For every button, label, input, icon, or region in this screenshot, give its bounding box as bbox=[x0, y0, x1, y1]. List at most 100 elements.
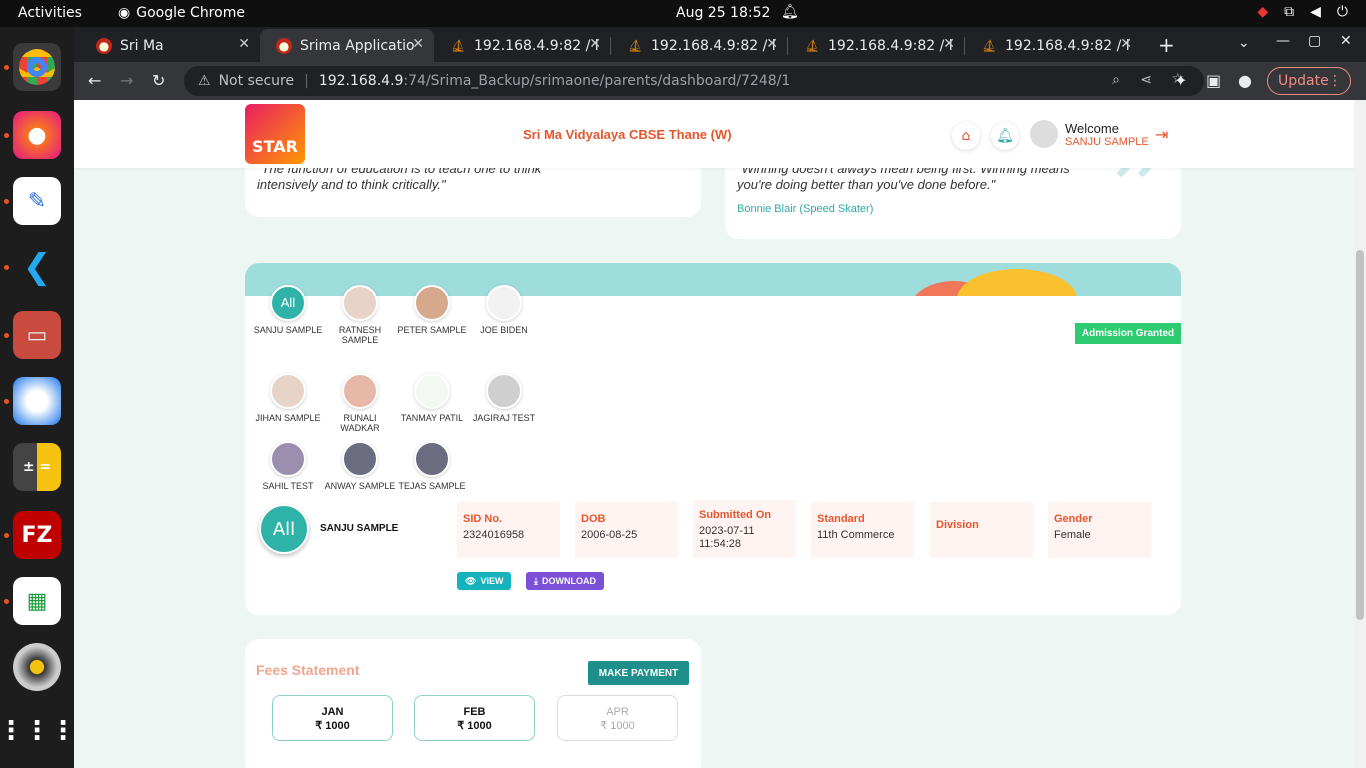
maximize-icon[interactable]: ▢ bbox=[1308, 33, 1321, 49]
view-button[interactable]: 👁︎ VIEW bbox=[457, 572, 512, 590]
info-label: Standard bbox=[817, 513, 865, 525]
thunderbird-dock-icon[interactable]: ✉ bbox=[13, 377, 61, 425]
firefox-dock-icon[interactable]: ● bbox=[13, 111, 61, 159]
tab-phpmyadmin-1[interactable]: ⛵︎ 192.168.4.9:82 / l ✕ bbox=[434, 29, 611, 62]
fee-month-apr[interactable]: APR ₹ 1000 bbox=[557, 695, 678, 741]
close-tab-icon[interactable]: ✕ bbox=[412, 36, 424, 52]
show-apps-icon[interactable]: ⋮⋮⋮ bbox=[0, 707, 76, 755]
filezilla-dock-icon[interactable]: FZ bbox=[13, 511, 61, 559]
network-icon: ⧉ bbox=[1284, 4, 1295, 20]
close-tab-icon[interactable]: ✕ bbox=[943, 36, 955, 52]
student-name: RATNESH SAMPLE bbox=[338, 325, 382, 345]
spreadsheet-dock-icon[interactable]: ▦ bbox=[13, 577, 61, 625]
site-header: STAR Sri Ma Vidyalaya CBSE Thane (W) ⌂ 🔔… bbox=[74, 100, 1354, 168]
address-bar[interactable]: ⚠ Not secure | 192.168.4.9:74/Srima_Back… bbox=[184, 66, 1204, 96]
anydesk-icon: ◆ bbox=[1257, 4, 1269, 20]
update-label: Update bbox=[1278, 73, 1329, 89]
share-icon[interactable]: ⋖ bbox=[1140, 72, 1152, 88]
fee-month-jan[interactable]: JAN ₹ 1000 bbox=[272, 695, 393, 741]
info-label: Gender bbox=[1054, 513, 1093, 525]
reload-icon[interactable]: ↻ bbox=[152, 71, 165, 90]
student-avatar bbox=[414, 373, 450, 409]
tab-phpmyadmin-2[interactable]: ⛵︎ 192.168.4.9:82 / l ✕ bbox=[611, 29, 788, 62]
profile-icon[interactable]: ● bbox=[1238, 71, 1252, 90]
rhythmbox-dock-icon[interactable] bbox=[13, 643, 61, 691]
download-button[interactable]: ⤓ DOWNLOAD bbox=[526, 572, 604, 590]
info-label: SID No. bbox=[463, 513, 503, 525]
notification-bell-icon[interactable]: 🔔︎ bbox=[991, 122, 1019, 150]
student-ratnesh[interactable]: RATNESH SAMPLE bbox=[324, 285, 396, 345]
text-editor-dock-icon[interactable]: ✎ bbox=[13, 177, 61, 225]
zoom-icon[interactable]: ⌕ bbox=[1112, 72, 1120, 88]
browser-toolbar: ← → ↻ ⚠ Not secure | 192.168.4.9:74/Srim… bbox=[74, 62, 1366, 100]
tab-search-icon[interactable]: ⌄ bbox=[1238, 35, 1250, 51]
close-window-icon[interactable]: ✕ bbox=[1340, 33, 1352, 49]
chrome-icon: ◉ bbox=[118, 5, 131, 21]
student-avatar bbox=[270, 373, 306, 409]
student-sahil[interactable]: SAHIL TEST bbox=[252, 441, 324, 491]
web-page: STAR Sri Ma Vidyalaya CBSE Thane (W) ⌂ 🔔… bbox=[74, 100, 1354, 768]
tab-phpmyadmin-3[interactable]: ⛵︎ 192.168.4.9:82 / l ✕ bbox=[788, 29, 965, 62]
info-value: 2023-07-11 11:54:28 bbox=[699, 525, 755, 550]
running-indicator bbox=[4, 133, 9, 138]
student-name: TEJAS SAMPLE bbox=[398, 481, 466, 491]
back-icon[interactable]: ← bbox=[88, 71, 101, 90]
student-peter[interactable]: PETER SAMPLE bbox=[396, 285, 468, 335]
system-tray[interactable]: ◆ ⧉ ◀︎ ⏻ bbox=[1257, 4, 1348, 20]
logo-text: STAR bbox=[252, 137, 298, 156]
student-avatar bbox=[270, 441, 306, 477]
make-payment-button[interactable]: MAKE PAYMENT bbox=[588, 661, 689, 685]
student-tejas[interactable]: TEJAS SAMPLE bbox=[396, 441, 468, 491]
home-icon[interactable]: ⌂ bbox=[952, 122, 980, 150]
clock[interactable]: Aug 25 18:52 bbox=[676, 5, 770, 21]
tab-phpmyadmin-4[interactable]: ⛵︎ 192.168.4.9:82 / l ✕ bbox=[965, 29, 1142, 62]
files-dock-icon[interactable]: ▭ bbox=[13, 311, 61, 359]
tab-sri-ma[interactable]: ● Sri Ma ✕ bbox=[80, 29, 260, 62]
quote-author: Bonnie Blair (Speed Skater) bbox=[737, 203, 874, 215]
school-logo[interactable]: STAR bbox=[245, 104, 305, 164]
close-tab-icon[interactable]: ✕ bbox=[589, 36, 601, 52]
student-jagiraj[interactable]: JAGIRAJ TEST bbox=[468, 373, 540, 423]
scrollbar-thumb[interactable] bbox=[1356, 250, 1364, 620]
user-avatar[interactable] bbox=[1030, 120, 1058, 148]
alarm-icon: 🔔︎ bbox=[781, 4, 799, 20]
minimize-icon[interactable]: — bbox=[1276, 33, 1290, 49]
student-avatar: All bbox=[270, 285, 306, 321]
student-jihan[interactable]: JIHAN SAMPLE bbox=[252, 373, 324, 423]
volume-icon: ◀︎ bbox=[1310, 4, 1321, 20]
power-icon: ⏻ bbox=[1336, 4, 1348, 20]
student-joe[interactable]: JOE BIDEN bbox=[468, 285, 540, 335]
close-tab-icon[interactable]: ✕ bbox=[766, 36, 778, 52]
site-favicon-icon: ● bbox=[276, 37, 292, 54]
vscode-dock-icon[interactable]: ❮ bbox=[13, 243, 61, 291]
student-name: TANMAY PATIL bbox=[400, 413, 464, 423]
student-sanju[interactable]: All SANJU SAMPLE bbox=[252, 285, 324, 335]
student-tanmay[interactable]: TANMAY PATIL bbox=[396, 373, 468, 423]
update-button[interactable]: Update ⋮ bbox=[1267, 67, 1351, 95]
student-anway[interactable]: ANWAY SAMPLE bbox=[324, 441, 396, 491]
page-scrollbar[interactable] bbox=[1354, 100, 1366, 768]
student-runali[interactable]: RUNALI WADKAR bbox=[324, 373, 396, 433]
chrome-dock-icon[interactable] bbox=[13, 43, 61, 91]
info-value: Female bbox=[1054, 529, 1091, 541]
student-avatar bbox=[414, 285, 450, 321]
extensions-icon[interactable]: ✦ bbox=[1174, 71, 1187, 90]
info-value: 2324016958 bbox=[463, 529, 525, 541]
activities-button[interactable]: Activities bbox=[18, 5, 82, 21]
forward-icon[interactable]: → bbox=[120, 71, 133, 90]
fee-month-feb[interactable]: FEB ₹ 1000 bbox=[414, 695, 535, 741]
student-avatar bbox=[342, 441, 378, 477]
tab-srima-application[interactable]: ● Srima Applicatio ✕ bbox=[260, 29, 434, 62]
app-menu[interactable]: ◉ Google Chrome bbox=[118, 5, 245, 21]
month-amount: ₹ 1000 bbox=[315, 720, 350, 732]
close-tab-icon[interactable]: ✕ bbox=[238, 36, 250, 52]
new-tab-icon[interactable]: + bbox=[1158, 33, 1175, 57]
calculator-dock-icon[interactable]: ± = bbox=[13, 443, 61, 491]
tab-title: 192.168.4.9:82 / l bbox=[474, 37, 599, 54]
side-panel-icon[interactable]: ▣ bbox=[1206, 71, 1221, 90]
tab-title: 192.168.4.9:82 / l bbox=[828, 37, 953, 54]
close-tab-icon[interactable]: ✕ bbox=[1120, 36, 1132, 52]
selected-student-avatar: All bbox=[259, 504, 309, 554]
logout-icon[interactable]: ⇥ bbox=[1155, 125, 1168, 144]
info-sid: SID No. 2324016958 bbox=[457, 502, 560, 558]
